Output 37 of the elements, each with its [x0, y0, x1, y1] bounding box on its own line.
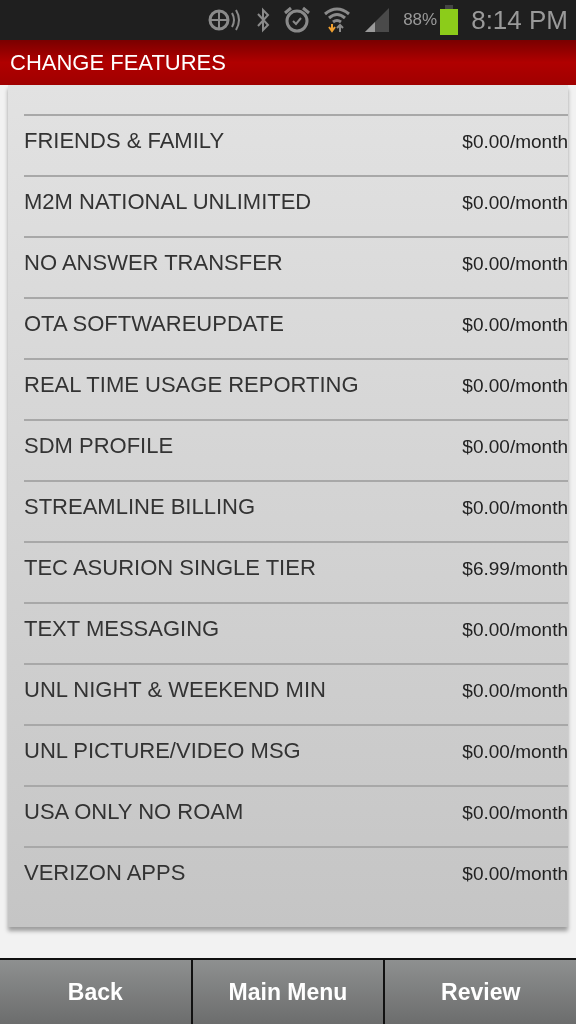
feature-name: NO ANSWER TRANSFER — [24, 249, 283, 277]
bluetooth-icon — [255, 7, 272, 33]
feature-name: OTA SOFTWAREUPDATE — [24, 310, 284, 338]
feature-price: $0.00/month — [462, 679, 568, 703]
feature-price: $0.00/month — [462, 374, 568, 398]
feature-name: STREAMLINE BILLING — [24, 493, 256, 521]
feature-price: $0.00/month — [462, 801, 568, 825]
feature-price: $0.00/month — [462, 740, 568, 764]
feature-name: TEXT MESSAGING — [24, 615, 220, 643]
feature-price: $0.00/month — [462, 313, 568, 337]
feature-name: TEC ASURION SINGLE TIER — [24, 554, 316, 582]
nav-button[interactable]: Main Menu — [192, 960, 384, 1024]
feature-price: $0.00/month — [462, 496, 568, 520]
feature-price: $0.00/month — [462, 618, 568, 642]
feature-name: M2M NATIONAL UNLIMITED — [24, 188, 312, 216]
feature-name: FRIENDS & FAMILY — [24, 127, 225, 155]
wifi-icon — [323, 6, 352, 34]
signal-icon — [363, 6, 392, 34]
battery-icon — [439, 5, 460, 35]
feature-name: VERIZON APPS — [24, 859, 186, 887]
feature-name: REAL TIME USAGE REPORTING — [24, 371, 359, 399]
feature-price: $0.00/month — [462, 191, 568, 215]
page-title: CHANGE FEATURES — [10, 49, 226, 77]
nav-button[interactable]: Review — [385, 960, 576, 1024]
feature-price: $0.00/month — [462, 435, 568, 459]
feature-price: $0.00/month — [462, 862, 568, 886]
feature-price: $0.00/month — [462, 130, 568, 154]
feature-price: $6.99/month — [462, 557, 568, 581]
clock-time: 8:14 PM — [471, 3, 568, 37]
feature-name: UNL NIGHT & WEEKEND MIN — [24, 676, 326, 704]
feature-name: UNL PICTURE/VIDEO MSG — [24, 737, 301, 765]
feature-price: $0.00/month — [462, 252, 568, 276]
feature-name: USA ONLY NO ROAM — [24, 798, 244, 826]
alarm-clock-icon — [283, 6, 312, 34]
nav-button[interactable]: Back — [0, 960, 191, 1024]
feature-name: SDM PROFILE — [24, 432, 174, 460]
battery-percentage: 88% — [403, 9, 438, 32]
